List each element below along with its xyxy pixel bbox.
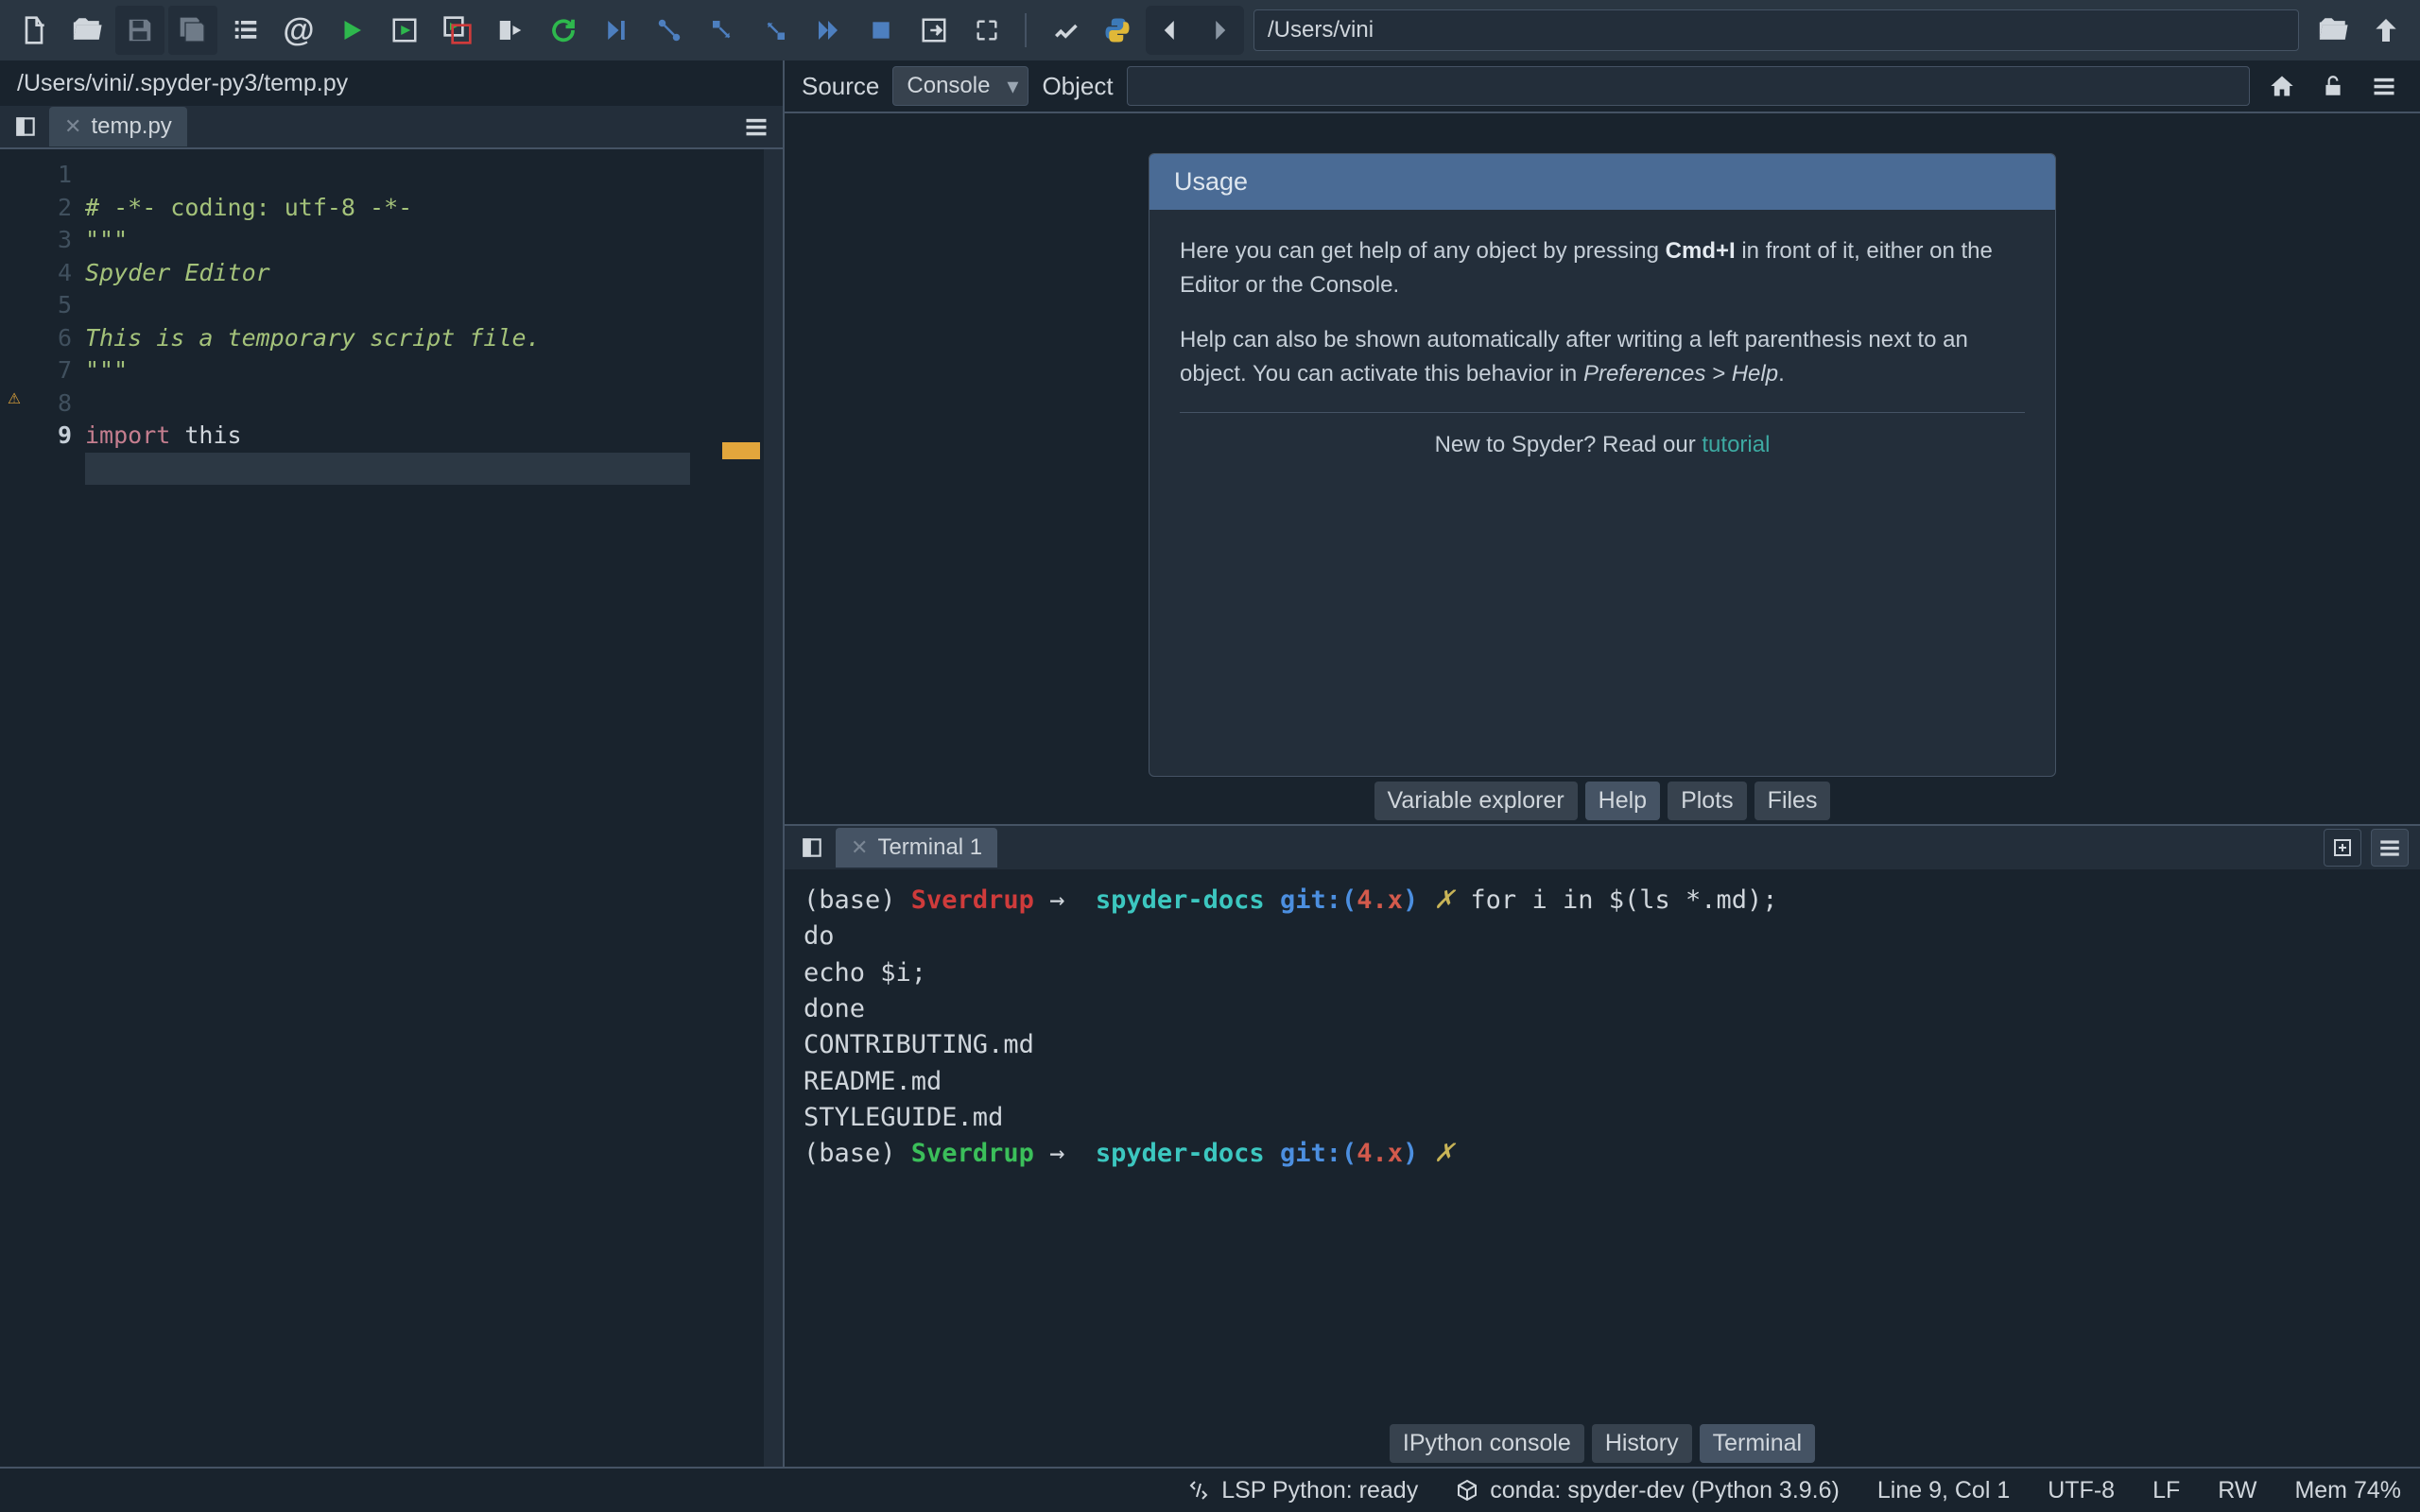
debug-continue-icon[interactable] xyxy=(804,6,853,55)
lsp-icon xyxy=(1187,1479,1210,1502)
help-object-label: Object xyxy=(1042,72,1113,101)
new-file-icon[interactable] xyxy=(9,6,59,55)
at-icon[interactable]: @ xyxy=(274,6,323,55)
debug-step-out-icon[interactable] xyxy=(751,6,800,55)
lock-icon[interactable] xyxy=(2314,67,2352,105)
tab-help[interactable]: Help xyxy=(1585,782,1660,820)
save-all-icon[interactable] xyxy=(168,6,217,55)
code-area[interactable]: # -*- coding: utf-8 -*- """ Spyder Edito… xyxy=(72,159,783,1467)
run-selection-icon[interactable] xyxy=(486,6,535,55)
status-lsp[interactable]: LSP Python: ready xyxy=(1187,1477,1418,1504)
help-pane-tabs: Variable explorer Help Plots Files xyxy=(785,777,2420,824)
console-pane-tabs: IPython console History Terminal xyxy=(785,1419,2420,1467)
python-path-icon[interactable] xyxy=(1093,6,1142,55)
working-dir-input[interactable] xyxy=(1253,9,2299,51)
run-icon[interactable] xyxy=(327,6,376,55)
tab-plots[interactable]: Plots xyxy=(1668,782,1747,820)
editor-breadcrumb: /Users/vini/.spyder-py3/temp.py xyxy=(0,60,783,106)
debug-goto-icon[interactable] xyxy=(909,6,959,55)
help-options-icon[interactable] xyxy=(2365,67,2403,105)
usage-tutorial: New to Spyder? Read our tutorial xyxy=(1180,412,2025,468)
main-toolbar: @ xyxy=(0,0,2420,60)
modified-marker xyxy=(722,442,760,459)
parent-dir-icon[interactable] xyxy=(2361,6,2411,55)
editor-pane: /Users/vini/.spyder-py3/temp.py ✕ temp.p… xyxy=(0,60,785,1467)
usage-title: Usage xyxy=(1150,154,2055,210)
tab-files[interactable]: Files xyxy=(1754,782,1831,820)
debug-step-in-icon[interactable] xyxy=(698,6,747,55)
editor-tabbar: ✕ temp.py xyxy=(0,106,783,149)
toolbar-separator xyxy=(1025,13,1027,47)
nav-back-icon[interactable] xyxy=(1146,6,1195,55)
status-bar: LSP Python: ready conda: spyder-dev (Pyt… xyxy=(0,1467,2420,1512)
help-toolbar: Source Console Object xyxy=(785,60,2420,113)
open-folder-icon[interactable] xyxy=(62,6,112,55)
help-object-input[interactable] xyxy=(1127,66,2250,106)
tab-variable-explorer[interactable]: Variable explorer xyxy=(1374,782,1578,820)
status-env[interactable]: conda: spyder-dev (Python 3.9.6) xyxy=(1456,1477,1840,1504)
debug-step-icon[interactable] xyxy=(645,6,694,55)
nav-forward-icon[interactable] xyxy=(1195,6,1244,55)
tab-terminal[interactable]: Terminal xyxy=(1700,1424,1815,1463)
editor-scrollbar[interactable] xyxy=(764,149,783,1467)
editor-tab-temp[interactable]: ✕ temp.py xyxy=(49,107,187,146)
close-terminal-tab-icon[interactable]: ✕ xyxy=(851,835,868,860)
terminal-tab-label: Terminal 1 xyxy=(877,834,982,861)
help-source-label: Source xyxy=(802,72,879,101)
maximize-icon[interactable] xyxy=(962,6,1011,55)
help-body: Usage Here you can get help of any objec… xyxy=(785,113,2420,777)
debug-stop-icon[interactable] xyxy=(856,6,906,55)
editor-warn-gutter: ⚠ xyxy=(0,159,28,1467)
warning-icon[interactable]: ⚠ xyxy=(8,384,20,416)
run-cell-icon[interactable] xyxy=(380,6,429,55)
tutorial-link[interactable]: tutorial xyxy=(1702,432,1770,457)
close-tab-icon[interactable]: ✕ xyxy=(64,114,81,139)
terminal-browse-tabs-icon[interactable] xyxy=(796,832,828,864)
terminal-output[interactable]: (base) Sverdrup → spyder-docs git:(4.x) … xyxy=(785,869,2420,1419)
browse-dir-icon[interactable] xyxy=(2308,6,2358,55)
tab-ipython-console[interactable]: IPython console xyxy=(1390,1424,1584,1463)
run-cell-advance-icon[interactable] xyxy=(433,6,482,55)
terminal-tabbar: ✕ Terminal 1 xyxy=(785,826,2420,869)
status-eol[interactable]: LF xyxy=(2152,1477,2180,1504)
terminal-tab-1[interactable]: ✕ Terminal 1 xyxy=(836,828,997,868)
home-icon[interactable] xyxy=(2263,67,2301,105)
terminal-pane: ✕ Terminal 1 (base) Sverdrup → spyder-do… xyxy=(785,824,2420,1467)
debug-icon[interactable] xyxy=(592,6,641,55)
tab-history[interactable]: History xyxy=(1592,1424,1692,1463)
save-icon[interactable] xyxy=(115,6,164,55)
editor-options-icon[interactable] xyxy=(739,110,773,144)
status-encoding[interactable]: UTF-8 xyxy=(2048,1477,2115,1504)
tab-label: temp.py xyxy=(91,113,171,140)
status-cursor[interactable]: Line 9, Col 1 xyxy=(1877,1477,2010,1504)
terminal-options-icon[interactable] xyxy=(2371,829,2409,867)
browse-tabs-icon[interactable] xyxy=(9,111,42,143)
usage-card: Usage Here you can get help of any objec… xyxy=(1149,153,2056,777)
rerun-icon[interactable] xyxy=(539,6,588,55)
code-editor[interactable]: ⚠ 1 2 3 4 5 6 7 8 9 # -*- coding: utf-8 … xyxy=(0,149,783,1467)
help-source-combo[interactable]: Console xyxy=(892,66,1028,106)
usage-p2: Help can also be shown automatically aft… xyxy=(1180,323,2025,391)
cube-icon xyxy=(1456,1479,1478,1502)
new-terminal-icon[interactable] xyxy=(2324,829,2361,867)
usage-p1: Here you can get help of any object by p… xyxy=(1180,234,2025,302)
preferences-icon[interactable] xyxy=(1040,6,1089,55)
outline-icon[interactable] xyxy=(221,6,270,55)
status-mem[interactable]: Mem 74% xyxy=(2294,1477,2401,1504)
line-number-gutter: 1 2 3 4 5 6 7 8 9 xyxy=(28,159,72,1467)
status-rw[interactable]: RW xyxy=(2218,1477,2256,1504)
